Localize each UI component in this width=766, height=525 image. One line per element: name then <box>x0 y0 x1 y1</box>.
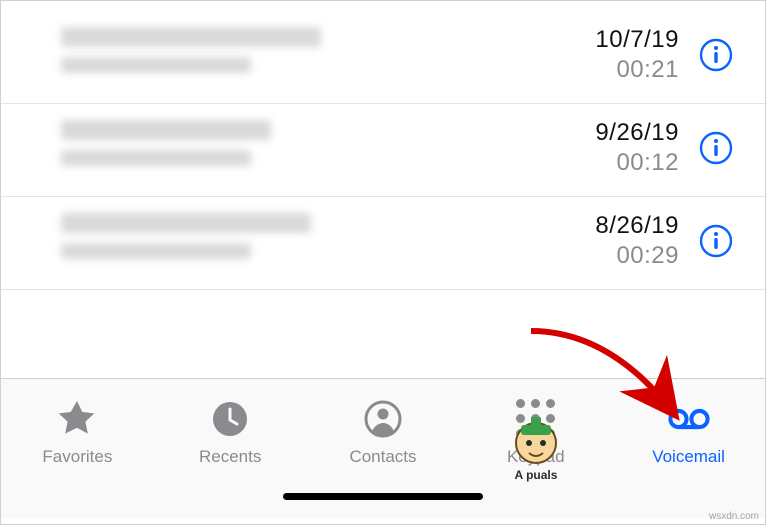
tab-label: Contacts <box>349 447 416 467</box>
tab-keypad[interactable]: Keypad <box>471 397 601 467</box>
tab-recents[interactable]: Recents <box>165 397 295 467</box>
tab-label: Keypad <box>507 447 565 467</box>
caller-info-blurred <box>61 120 595 176</box>
caller-info-blurred <box>61 27 595 83</box>
voicemail-duration: 00:12 <box>595 148 679 178</box>
voicemail-date: 10/7/19 <box>595 25 679 55</box>
tab-voicemail[interactable]: Voicemail <box>624 397 754 467</box>
voicemail-row[interactable]: 9/26/19 00:12 <box>1 104 765 197</box>
tab-favorites[interactable]: Favorites <box>12 397 142 467</box>
info-icon[interactable] <box>697 36 735 74</box>
caller-info-blurred <box>61 213 595 269</box>
voicemail-list: 10/7/19 00:21 9/26/19 00:12 <box>1 1 765 290</box>
keypad-icon <box>514 397 558 441</box>
clock-icon <box>208 397 252 441</box>
person-icon <box>361 397 405 441</box>
tab-contacts[interactable]: Contacts <box>318 397 448 467</box>
voicemail-date: 9/26/19 <box>595 118 679 148</box>
row-meta: 9/26/19 00:12 <box>595 118 735 178</box>
voicemail-row[interactable]: 8/26/19 00:29 <box>1 197 765 290</box>
voicemail-row[interactable]: 10/7/19 00:21 <box>1 11 765 104</box>
voicemail-date: 8/26/19 <box>595 211 679 241</box>
voicemail-duration: 00:21 <box>595 55 679 85</box>
info-icon[interactable] <box>697 222 735 260</box>
voicemail-icon <box>667 397 711 441</box>
voicemail-duration: 00:29 <box>595 241 679 271</box>
info-icon[interactable] <box>697 129 735 167</box>
tab-label: Favorites <box>42 447 112 467</box>
watermark: wsxdn.com <box>709 511 759 522</box>
star-icon <box>55 397 99 441</box>
tab-label: Voicemail <box>652 447 725 467</box>
home-indicator[interactable] <box>283 493 483 500</box>
row-meta: 8/26/19 00:29 <box>595 211 735 271</box>
row-meta: 10/7/19 00:21 <box>595 25 735 85</box>
tab-label: Recents <box>199 447 261 467</box>
